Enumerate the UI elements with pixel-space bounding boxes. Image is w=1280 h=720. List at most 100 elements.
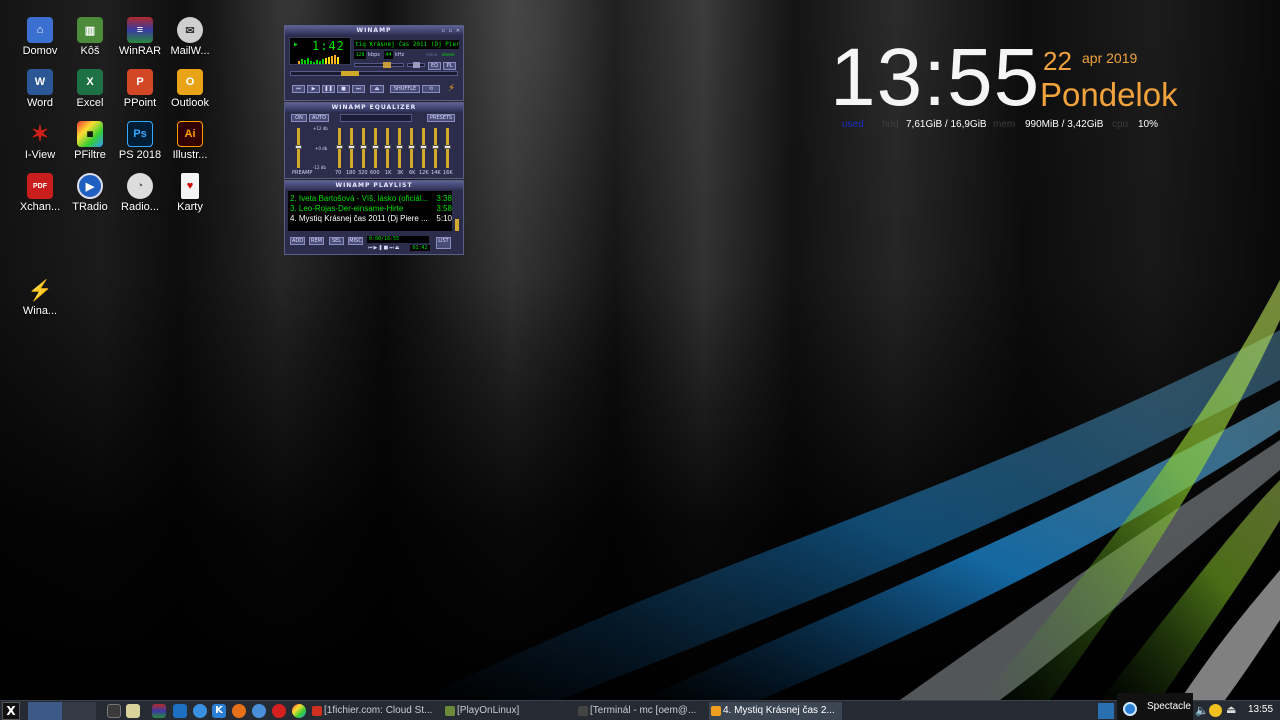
eq-band-slider[interactable] <box>408 128 415 168</box>
eq-slider-knob[interactable] <box>396 145 403 149</box>
eq-db-top: +12 db <box>313 126 328 131</box>
playlist-mini-controls[interactable]: ⏮▶❚■⏭⏏ <box>368 245 400 251</box>
browser-launcher-icon[interactable] <box>193 704 207 718</box>
volume-icon[interactable]: 🔈 <box>1195 704 1209 717</box>
pause-button[interactable]: ❚❚ <box>322 85 335 93</box>
winamp-logo-icon[interactable]: ⚡ <box>448 83 455 94</box>
task-terminal[interactable]: [Terminál - mc [oem@... <box>576 702 706 720</box>
playlist-list-button[interactable]: LIST <box>436 237 451 249</box>
desktop-icon-winamp[interactable]: ⚡ Wina... <box>14 277 66 318</box>
eject-icon[interactable]: ⏏ <box>1226 703 1236 716</box>
play-indicator-icon: ▶ <box>294 41 298 48</box>
winamp-mono-indicator: mono <box>426 52 438 57</box>
repeat-button[interactable]: ⟲ <box>422 85 440 93</box>
desktop-icon-mailw[interactable]: ✉ MailW... <box>164 17 216 57</box>
tray-clock[interactable]: 13:55 <box>1248 704 1273 715</box>
next-button[interactable]: ⏭ <box>352 85 365 93</box>
eq-band-slider[interactable] <box>348 128 355 168</box>
balance-knob[interactable] <box>413 62 420 68</box>
workspace-2[interactable] <box>62 702 96 720</box>
desktop-icon-radio[interactable]: ◔ Radio... <box>114 173 166 213</box>
eq-slider-knob[interactable] <box>372 145 379 149</box>
eq-slider-knob[interactable] <box>444 145 451 149</box>
eq-toggle-button[interactable]: EQ <box>428 62 441 70</box>
desktop-icon-domov[interactable]: ⌂ Domov <box>14 17 66 57</box>
playlist-add-button[interactable]: ADD <box>290 237 305 245</box>
eq-slider-knob[interactable] <box>360 145 367 149</box>
opera-launcher-icon[interactable] <box>272 704 286 718</box>
stop-button[interactable]: ■ <box>337 85 350 93</box>
eq-band-slider[interactable] <box>360 128 367 168</box>
shuffle-button[interactable]: SHUFFLE <box>390 85 420 93</box>
eq-presets-button[interactable]: PRESETS <box>427 114 455 122</box>
desktop-icon-outlook[interactable]: O Outlook <box>164 69 216 109</box>
desktop-icon-label: PPoint <box>123 97 157 109</box>
start-menu-button[interactable]: X <box>2 702 20 720</box>
desktop-icon-karty[interactable]: ♥ Karty <box>164 173 216 213</box>
text-editor-launcher-icon[interactable] <box>126 704 140 718</box>
chromium-launcher-icon[interactable] <box>252 704 266 718</box>
desktop-icon-ps2018[interactable]: Ps PS 2018 <box>114 121 166 161</box>
eq-slider-knob[interactable] <box>348 145 355 149</box>
task-winamp[interactable]: 4. Mystiq Krásnej čas 2... <box>709 702 842 720</box>
winamp-main-titlebar[interactable]: WINAMP ▫ ▫ ✕ <box>285 26 463 35</box>
eq-band-slider[interactable] <box>396 128 403 168</box>
eq-band-slider[interactable] <box>432 128 439 168</box>
playlist-misc-button[interactable]: MISC <box>348 237 363 245</box>
eq-band-label: 70 <box>335 170 342 176</box>
kde-launcher-icon[interactable]: K <box>212 704 226 718</box>
desktop-icon-word[interactable]: W Word <box>14 69 66 109</box>
seek-knob[interactable] <box>341 71 359 76</box>
file-manager-launcher-icon[interactable] <box>173 704 187 718</box>
desktop-icon-label: Radio... <box>121 201 159 213</box>
eq-band-slider[interactable] <box>372 128 379 168</box>
eq-band-slider[interactable] <box>336 128 343 168</box>
updates-icon[interactable] <box>1209 704 1222 717</box>
eq-slider-knob[interactable] <box>336 145 343 149</box>
desktop-icon-excel[interactable]: X Excel <box>64 69 116 109</box>
eq-slider-knob[interactable] <box>420 145 427 149</box>
eq-band-slider[interactable] <box>384 128 391 168</box>
powerpoint-icon: P <box>127 69 153 95</box>
desktop-icon-iview[interactable]: ✶ I-View <box>14 121 66 161</box>
eq-slider-knob[interactable] <box>432 145 439 149</box>
eq-band-slider[interactable] <box>420 128 427 168</box>
playlist-titlebar[interactable]: WINAMP PLAYLIST <box>285 181 463 190</box>
pinwheel-launcher-icon[interactable] <box>292 704 306 718</box>
seek-bar[interactable] <box>290 71 458 76</box>
task-label: [Terminál - mc [oem@... <box>590 705 697 716</box>
playlist-toggle-button[interactable]: PL <box>443 62 456 70</box>
desktop-icon-xchange[interactable]: PDF Xchan... <box>14 173 66 213</box>
terminal-launcher-icon[interactable] <box>107 704 121 718</box>
balance-slider[interactable] <box>407 62 425 68</box>
equalizer-titlebar[interactable]: WINAMP EQUALIZER <box>285 103 463 112</box>
eject-button[interactable]: ⏏ <box>370 85 384 93</box>
workspace-1[interactable] <box>28 702 62 720</box>
eq-band-slider[interactable] <box>444 128 451 168</box>
volume-knob[interactable] <box>383 62 391 68</box>
playlist-remove-button[interactable]: REM <box>309 237 324 245</box>
eq-on-button[interactable]: ON <box>291 114 307 122</box>
playlist-scrollbar[interactable] <box>455 219 459 231</box>
show-desktop-icon[interactable] <box>1098 703 1114 719</box>
playlist-select-button[interactable]: SEL <box>329 237 344 245</box>
desktop-icon-pfiltre[interactable]: ▦ PFiltre <box>64 121 116 161</box>
volume-slider[interactable] <box>354 62 404 68</box>
previous-button[interactable]: ⏮ <box>292 85 305 93</box>
eq-slider-knob[interactable] <box>384 145 391 149</box>
task-1fichier[interactable]: [1fichier.com: Cloud St... <box>310 702 440 720</box>
desktop-icon-tradio[interactable]: ▶ TRadio <box>64 173 116 213</box>
eq-preamp-slider[interactable] <box>295 128 302 168</box>
play-button[interactable]: ▶ <box>307 85 320 93</box>
desktop-icon-ppoint[interactable]: P PPoint <box>114 69 166 109</box>
firefox-launcher-icon[interactable] <box>232 704 246 718</box>
winamp-window-buttons[interactable]: ▫ ▫ ✕ <box>442 27 461 36</box>
winrar-launcher-icon[interactable] <box>152 704 166 718</box>
desktop-icon-kos[interactable]: ▥ Kôš <box>64 17 116 57</box>
eq-auto-button[interactable]: AUTO <box>309 114 329 122</box>
desktop-icon-winrar[interactable]: ≡ WinRAR <box>114 17 166 57</box>
eq-slider-knob[interactable] <box>295 145 302 149</box>
desktop-icon-illustrator[interactable]: Ai Illustr... <box>164 121 216 161</box>
eq-slider-knob[interactable] <box>408 145 415 149</box>
task-playonlinux[interactable]: [PlayOnLinux] <box>443 702 573 720</box>
